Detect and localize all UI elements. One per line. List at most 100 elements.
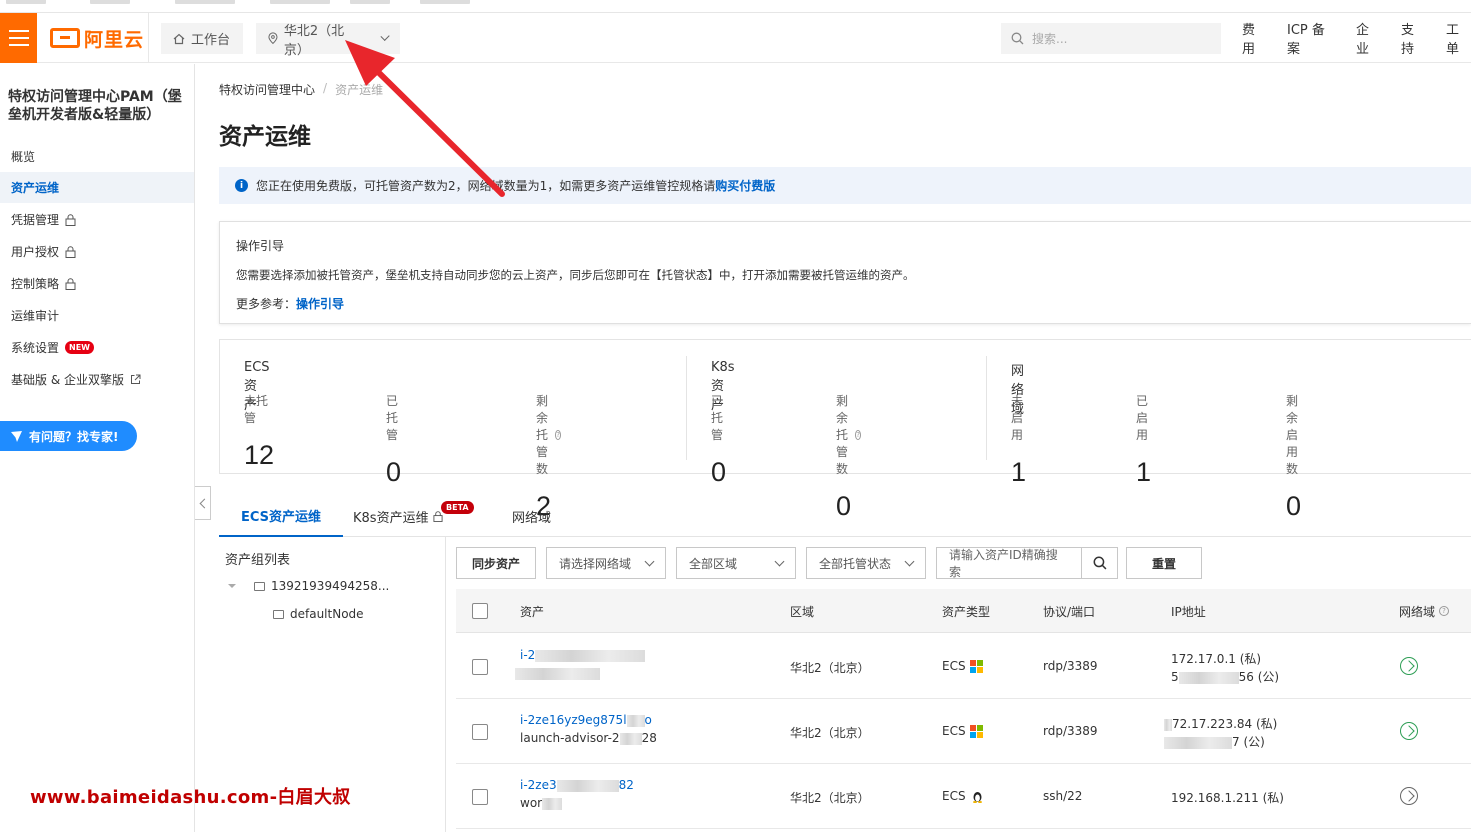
help-icon[interactable]: ? xyxy=(1439,606,1450,616)
asset-public-ip: 5 56 (公) xyxy=(1171,670,1280,684)
table-row: i-2 华北2（北京） ECS rdp/3389 172.17.0.1 (私) … xyxy=(456,634,1471,699)
asset-stats-panel: ECS资产 未托管 12 已托管 0 剩余托管数? 2 K8s资产 已托管 0 … xyxy=(219,339,1471,521)
asset-type: ECS xyxy=(942,789,983,803)
lock-icon xyxy=(433,510,443,522)
guide-title: 操作引导 xyxy=(236,239,285,253)
buy-paid-link[interactable]: 购买付费版 xyxy=(715,179,775,193)
top-links: 费用 ICP 备案 企业 支持 工单 xyxy=(1242,13,1471,63)
top-link-enterprise[interactable]: 企业 xyxy=(1356,19,1381,57)
network-connected-icon[interactable] xyxy=(1400,722,1418,740)
sidebar-item-overview[interactable]: 概览 xyxy=(0,141,194,172)
asset-region: 华北2（北京） xyxy=(790,791,870,805)
top-navigation-bar: 阿里云 工作台 华北2（北京） 搜索... 费用 ICP 备案 企业 支持 工单 xyxy=(0,13,1471,63)
asset-region: 华北2（北京） xyxy=(790,661,870,675)
sidebar-item-ops-audit[interactable]: 运维审计 xyxy=(0,300,194,331)
stats-divider xyxy=(686,356,687,460)
folder-icon xyxy=(273,609,284,619)
tab-ecs-ops[interactable]: ECS资产运维 xyxy=(219,495,344,537)
row-checkbox[interactable] xyxy=(472,724,488,740)
hamburger-menu-icon[interactable] xyxy=(0,13,37,63)
top-link-support[interactable]: 支持 xyxy=(1401,19,1426,57)
network-connected-icon[interactable] xyxy=(1400,657,1418,675)
lock-icon xyxy=(65,277,76,290)
asset-name: launch-advisor-2 28 xyxy=(520,731,657,745)
select-all-checkbox[interactable] xyxy=(472,603,488,619)
guide-body: 您需要选择添加被托管资产，堡垒机支持自动同步您的云上资产，同步后您即可在【托管状… xyxy=(236,268,915,282)
aliyun-logo[interactable]: 阿里云 xyxy=(50,27,144,51)
reset-button[interactable]: 重置 xyxy=(1126,547,1202,579)
help-icon[interactable]: ? xyxy=(555,429,562,440)
watermark-text: www.baimeidashu.com-白眉大叔 xyxy=(30,787,351,808)
expand-caret-icon[interactable] xyxy=(228,584,236,588)
redacted-text xyxy=(542,797,563,810)
network-domain-select[interactable]: 请选择网络域 xyxy=(546,547,666,579)
sidebar-item-credentials[interactable]: 凭据管理 xyxy=(0,204,194,235)
top-link-ticket[interactable]: 工单 xyxy=(1446,19,1471,57)
redacted-text xyxy=(1178,671,1239,684)
asset-protocol: rdp/3389 xyxy=(1043,659,1098,673)
col-type: 资产类型 xyxy=(942,604,991,619)
stats-divider xyxy=(986,356,987,460)
network-enabled: 已启用 1 xyxy=(1136,394,1152,487)
operation-guide-panel: 操作引导 您需要选择添加被托管资产，堡垒机支持自动同步您的云上资产，同步后您即可… xyxy=(219,221,1471,324)
tree-title: 资产组列表 xyxy=(225,553,291,568)
lock-icon xyxy=(65,213,76,226)
nav-divider xyxy=(148,13,149,63)
product-title: 特权访问管理中心PAM（堡垒机开发者版&轻量版） xyxy=(8,89,182,123)
aliyun-logo-icon xyxy=(50,28,80,48)
tree-child-node[interactable]: defaultNode xyxy=(273,607,364,621)
sidebar-item-asset-ops[interactable]: 资产运维 xyxy=(0,172,194,203)
sync-assets-button[interactable]: 同步资产 xyxy=(456,547,536,579)
tree-root-node[interactable]: 13921939494258... xyxy=(228,579,389,593)
windows-icon xyxy=(969,660,983,673)
asset-region: 华北2（北京） xyxy=(790,726,870,740)
redacted-text xyxy=(556,779,619,792)
chevron-down-icon xyxy=(644,556,655,566)
info-icon: i xyxy=(235,179,248,192)
sidebar: 特权访问管理中心PAM（堡垒机开发者版&轻量版） 概览 资产运维 凭据管理 用户… xyxy=(0,64,195,832)
sidebar-item-system-settings[interactable]: 系统设置 NEW xyxy=(0,332,194,363)
table-row: i-2ze16yz9eg875l o launch-advisor-2 28 华北2… xyxy=(456,699,1471,764)
sidebar-item-basic-enterprise[interactable]: 基础版 & 企业双擎版 xyxy=(0,364,194,395)
page-title: 资产运维 xyxy=(219,124,311,150)
sidebar-collapse-toggle[interactable] xyxy=(195,486,211,520)
breadcrumb-current: 资产运维 xyxy=(335,83,384,97)
guide-link[interactable]: 操作引导 xyxy=(296,297,344,311)
asset-id-link[interactable]: i-2ze16yz9eg875l o xyxy=(520,713,652,727)
asset-tabs: ECS资产运维 K8s资产运维 BETA 网络域 xyxy=(219,495,1471,537)
asset-id-link[interactable]: i-2 xyxy=(520,648,646,662)
col-region: 区域 xyxy=(790,604,815,619)
asset-search-button[interactable] xyxy=(1081,547,1118,579)
external-link-icon xyxy=(131,374,141,384)
top-link-icp[interactable]: ICP 备案 xyxy=(1287,19,1336,57)
workbench-button[interactable]: 工作台 xyxy=(161,23,243,54)
managed-status-select[interactable]: 全部托管状态 xyxy=(806,547,926,579)
table-row: i-2ze3 82 wor 华北2（北京） ECS ssh/22 192.168.… xyxy=(456,764,1471,829)
asset-protocol: rdp/3389 xyxy=(1043,724,1098,738)
row-checkbox[interactable] xyxy=(472,789,488,805)
region-selector[interactable]: 华北2（北京） xyxy=(256,23,400,58)
linux-penguin-icon xyxy=(973,792,983,803)
region-select[interactable]: 全部区域 xyxy=(676,547,796,579)
asset-private-ip: 72.17.223.84 (私) xyxy=(1164,715,1277,732)
asset-type: ECS xyxy=(942,659,983,673)
global-search-input[interactable]: 搜索... xyxy=(1001,23,1221,54)
ask-expert-button[interactable]: 有问题？找专家! xyxy=(0,421,137,451)
k8s-managed: 已托管 0 xyxy=(711,394,727,487)
redacted-text xyxy=(1164,736,1232,749)
sidebar-item-control-policy[interactable]: 控制策略 xyxy=(0,268,194,299)
sidebar-item-user-auth[interactable]: 用户授权 xyxy=(0,236,194,267)
help-icon[interactable]: ? xyxy=(855,429,862,440)
col-network: 网络域 ? xyxy=(1399,589,1450,633)
breadcrumb-root[interactable]: 特权访问管理中心 xyxy=(219,81,315,98)
top-link-fees[interactable]: 费用 xyxy=(1242,19,1267,57)
lock-icon xyxy=(65,245,76,258)
chevron-down-icon xyxy=(904,556,915,566)
row-checkbox[interactable] xyxy=(472,659,488,675)
tab-k8s-ops[interactable]: K8s资产运维 xyxy=(353,495,443,537)
tab-network-domain[interactable]: 网络域 xyxy=(512,495,551,537)
asset-id-search-input[interactable]: 请输入资产ID精确搜索 xyxy=(936,547,1082,579)
asset-id-link[interactable]: i-2ze3 82 xyxy=(520,778,634,792)
network-disconnected-icon[interactable] xyxy=(1400,787,1418,805)
breadcrumb-separator: / xyxy=(323,81,328,95)
